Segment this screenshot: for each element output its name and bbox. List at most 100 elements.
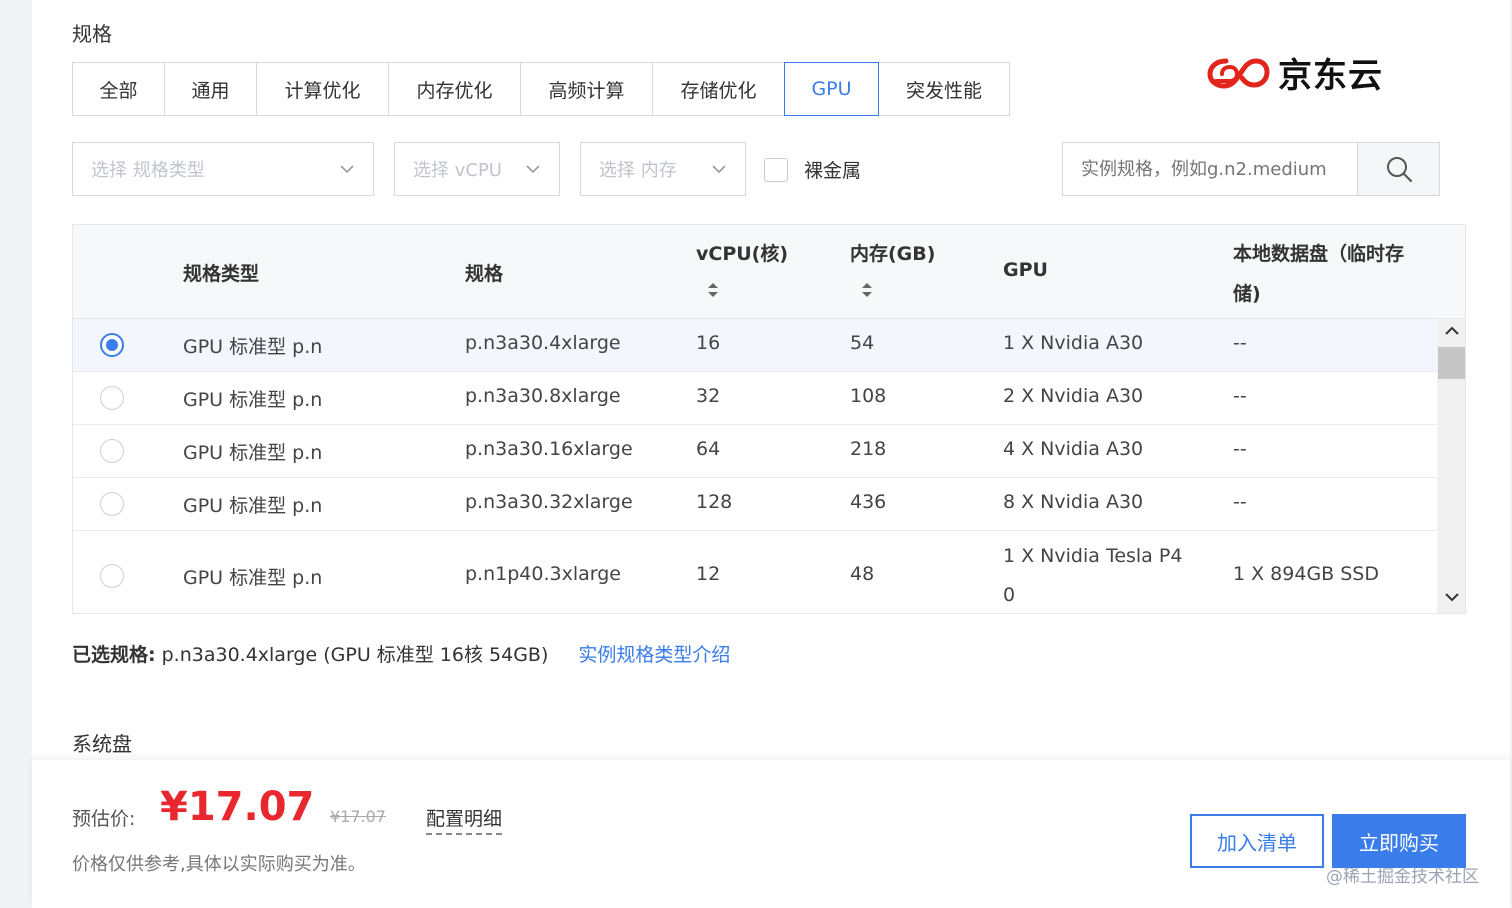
spec-type-intro-link[interactable]: 实例规格类型介绍: [578, 640, 730, 667]
cell-gpu: 1 X Nvidia Tesla P4: [1003, 545, 1183, 567]
table-row[interactable]: GPU 标准型 p.n p.n3a30.16xlarge 64 218 4 X …: [73, 425, 1437, 478]
spec-tabs: 全部 通用 计算优化 内存优化 高频计算 存储优化 GPU 突发性能: [72, 62, 1010, 116]
cell-local-disk: --: [1233, 385, 1247, 407]
row-radio[interactable]: [100, 333, 124, 357]
cell-spec-type: GPU 标准型 p.n: [183, 442, 323, 464]
cell-vcpu: 128: [696, 491, 733, 513]
table-row[interactable]: GPU 标准型 p.n p.n3a30.8xlarge 32 108 2 X N…: [73, 372, 1437, 425]
selected-spec-value: p.n3a30.4xlarge (GPU 标准型 16核 54GB): [161, 644, 549, 666]
selected-spec-label: 已选规格:: [72, 644, 156, 666]
cell-spec: p.n3a30.32xlarge: [465, 491, 633, 513]
search-button[interactable]: [1357, 143, 1439, 195]
row-radio[interactable]: [100, 439, 124, 463]
bare-metal-checkbox[interactable]: [764, 157, 788, 182]
cell-spec: p.n3a30.8xlarge: [465, 385, 621, 407]
cell-spec: p.n3a30.16xlarge: [465, 438, 633, 460]
tab-all[interactable]: 全部: [73, 63, 165, 115]
section-title: 规格: [72, 22, 112, 46]
chevron-down-icon: [526, 165, 540, 174]
cell-vcpu: 64: [696, 438, 721, 460]
tab-memory-optimized[interactable]: 内存优化: [389, 63, 521, 115]
chevron-down-icon: [340, 165, 354, 174]
header-gpu: GPU: [1003, 259, 1048, 281]
scrollbar-thumb[interactable]: [1438, 347, 1465, 379]
header-local-disk: 本地数据盘（临时存: [1233, 243, 1405, 265]
search-icon: [1386, 157, 1412, 183]
estimated-price: ¥17.07: [160, 784, 315, 830]
tab-burstable[interactable]: 突发性能: [879, 63, 1010, 115]
cell-local-disk: --: [1233, 332, 1247, 354]
jdcloud-logo: 京东云: [1206, 48, 1383, 97]
cell-gpu: 1 X Nvidia A30: [1003, 332, 1144, 354]
tab-high-frequency[interactable]: 高频计算: [521, 63, 653, 115]
table-row[interactable]: GPU 标准型 p.n p.n1p40.3xlarge 12 48 1 X Nv…: [73, 531, 1437, 613]
cell-spec-type: GPU 标准型 p.n: [183, 567, 323, 589]
chevron-up-icon[interactable]: [1442, 323, 1462, 339]
table-row[interactable]: GPU 标准型 p.n p.n3a30.32xlarge 128 436 8 X…: [73, 478, 1437, 531]
cell-spec: p.n3a30.4xlarge: [465, 332, 621, 354]
row-radio[interactable]: [100, 564, 124, 588]
price-footer: 预估价: ¥17.07 ¥17.07 配置明细 价格仅供参考,具体以实际购买为准…: [32, 760, 1510, 908]
cell-spec-type: GPU 标准型 p.n: [183, 495, 323, 517]
system-disk-title: 系统盘: [72, 732, 132, 756]
cell-memory: 54: [850, 332, 875, 354]
tab-storage-optimized[interactable]: 存储优化: [653, 63, 785, 115]
header-spec: 规格: [465, 263, 504, 285]
sort-icon[interactable]: [860, 281, 874, 299]
spec-table: 规格类型 规格 vCPU(核) 内存(GB) GPU 本地数据盘（临时存 储) …: [72, 224, 1466, 614]
spec-search: [1062, 142, 1440, 196]
memory-select[interactable]: 选择 内存: [580, 142, 746, 196]
header-spec-type: 规格类型: [183, 263, 260, 285]
header-memory[interactable]: 内存(GB): [850, 239, 935, 266]
buy-now-button[interactable]: 立即购买: [1332, 814, 1466, 868]
cell-spec-type: GPU 标准型 p.n: [183, 336, 323, 358]
price-label: 预估价:: [72, 808, 136, 830]
cell-vcpu: 12: [696, 563, 721, 585]
row-radio[interactable]: [100, 492, 124, 516]
table-header: 规格类型 规格 vCPU(核) 内存(GB) GPU 本地数据盘（临时存 储): [73, 225, 1465, 319]
cell-memory: 48: [850, 563, 875, 585]
chevron-down-icon: [712, 165, 726, 174]
vcpu-placeholder: 选择 vCPU: [413, 160, 502, 181]
tab-gpu[interactable]: GPU: [784, 62, 879, 116]
add-to-list-button[interactable]: 加入清单: [1190, 814, 1324, 868]
tab-compute-optimized[interactable]: 计算优化: [257, 63, 389, 115]
watermark: @稀土掘金技术社区: [1326, 867, 1479, 887]
cell-gpu: 4 X Nvidia A30: [1003, 438, 1144, 460]
cell-spec-type: GPU 标准型 p.n: [183, 389, 323, 411]
selected-spec-summary: 已选规格: p.n3a30.4xlarge (GPU 标准型 16核 54GB)…: [72, 640, 730, 667]
spec-search-input[interactable]: [1063, 143, 1357, 195]
cell-vcpu: 32: [696, 385, 721, 407]
sort-icon[interactable]: [706, 281, 720, 299]
cell-gpu: 8 X Nvidia A30: [1003, 491, 1144, 513]
row-radio[interactable]: [100, 386, 124, 410]
spec-type-select[interactable]: 选择 规格类型: [72, 142, 374, 196]
header-local-disk-cont: 储): [1233, 283, 1261, 305]
cell-memory: 108: [850, 385, 887, 407]
jdcloud-logo-icon: [1207, 57, 1270, 89]
cell-gpu-cont: 0: [1003, 584, 1016, 606]
original-price: ¥17.07: [330, 807, 386, 826]
cell-vcpu: 16: [696, 332, 721, 354]
cell-local-disk: 1 X 894GB SSD: [1233, 563, 1379, 585]
cell-spec: p.n1p40.3xlarge: [465, 563, 621, 585]
spec-type-placeholder: 选择 规格类型: [91, 160, 205, 181]
table-scrollbar[interactable]: [1437, 319, 1465, 613]
cell-memory: 436: [850, 491, 887, 513]
header-vcpu[interactable]: vCPU(核): [696, 239, 788, 266]
bare-metal-label: 裸金属: [804, 160, 862, 182]
cell-local-disk: --: [1233, 438, 1247, 460]
table-row[interactable]: GPU 标准型 p.n p.n3a30.4xlarge 16 54 1 X Nv…: [73, 319, 1437, 372]
cell-memory: 218: [850, 438, 887, 460]
config-detail-link[interactable]: 配置明细: [426, 804, 503, 835]
cell-gpu: 2 X Nvidia A30: [1003, 385, 1144, 407]
tab-general[interactable]: 通用: [165, 63, 257, 115]
vcpu-select[interactable]: 选择 vCPU: [394, 142, 560, 196]
filter-bar: 选择 规格类型 选择 vCPU 选择 内存 裸金属: [0, 142, 1512, 196]
logo-text: 京东云: [1278, 56, 1383, 96]
memory-placeholder: 选择 内存: [599, 160, 677, 181]
chevron-down-icon[interactable]: [1442, 589, 1462, 605]
bare-metal-filter[interactable]: 裸金属: [764, 156, 861, 183]
price-note: 价格仅供参考,具体以实际购买为准。: [72, 854, 366, 875]
cell-local-disk: --: [1233, 491, 1247, 513]
